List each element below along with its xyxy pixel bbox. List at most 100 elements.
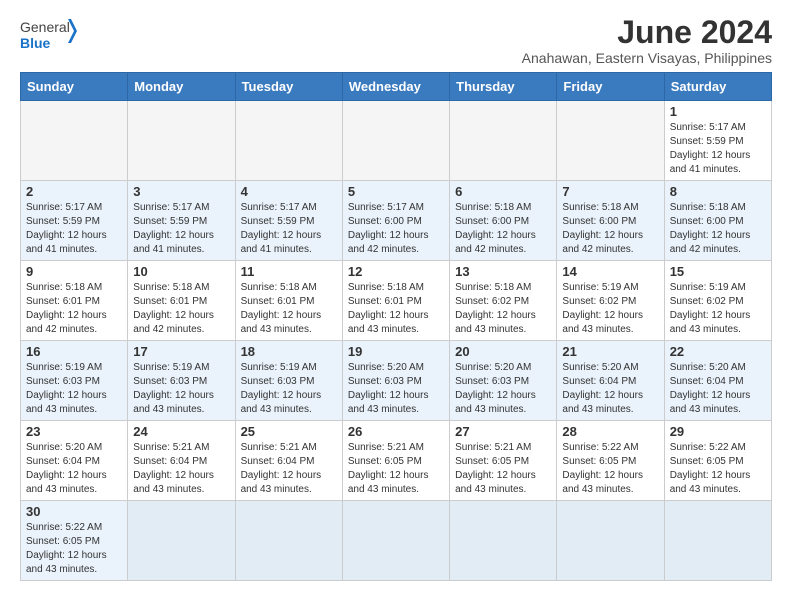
day-number: 22 xyxy=(670,344,766,359)
day-number: 12 xyxy=(348,264,444,279)
calendar-cell: 29Sunrise: 5:22 AMSunset: 6:05 PMDayligh… xyxy=(664,421,771,501)
calendar-cell xyxy=(128,101,235,181)
calendar-cell xyxy=(557,501,664,581)
calendar-cell: 3 Sunrise: 5:17 AMSunset: 5:59 PMDaylight… xyxy=(128,181,235,261)
day-number: 18 xyxy=(241,344,337,359)
calendar-cell: 12 Sunrise: 5:18 AMSunset: 6:01 PMDayligh… xyxy=(342,261,449,341)
day-info: Sunrise: 5:22 AMSunset: 6:05 PMDaylight:… xyxy=(26,521,122,577)
day-info: Sunrise: 5:18 AMSunset: 6:01 PMDaylight:… xyxy=(133,281,229,337)
day-number: 20 xyxy=(455,344,551,359)
calendar-cell xyxy=(557,101,664,181)
day-number: 14 xyxy=(562,264,658,279)
day-number: 15 xyxy=(670,264,766,279)
day-info: Sunrise: 5:17 AMSunset: 5:59 PMDaylight:… xyxy=(670,121,766,177)
calendar-cell xyxy=(21,101,128,181)
day-number: 9 xyxy=(26,264,122,279)
day-info: Sunrise: 5:19 AMSunset: 6:03 PMDaylight:… xyxy=(133,361,229,417)
calendar-cell: 6 Sunrise: 5:18 AMSunset: 6:00 PMDaylight… xyxy=(450,181,557,261)
calendar-cell: 23 Sunrise: 5:20 AMSunset: 6:04 PMDayligh… xyxy=(21,421,128,501)
day-info: Sunrise: 5:22 AMSunset: 6:05 PMDaylight:… xyxy=(670,441,766,497)
day-number: 3 xyxy=(133,184,229,199)
calendar-cell: 20 Sunrise: 5:20 AMSunset: 6:03 PMDayligh… xyxy=(450,341,557,421)
day-number: 1 xyxy=(670,104,766,119)
day-info: Sunrise: 5:17 AMSunset: 5:59 PMDaylight:… xyxy=(133,201,229,257)
weekday-header-saturday: Saturday xyxy=(664,73,771,101)
generalblue-logo-icon: General Blue xyxy=(20,16,80,56)
day-info: Sunrise: 5:18 AMSunset: 6:01 PMDaylight:… xyxy=(348,281,444,337)
calendar-cell xyxy=(235,501,342,581)
day-info: Sunrise: 5:18 AMSunset: 6:00 PMDaylight:… xyxy=(670,201,766,257)
calendar-cell: 5Sunrise: 5:17 AMSunset: 6:00 PMDaylight… xyxy=(342,181,449,261)
day-info: Sunrise: 5:21 AMSunset: 6:05 PMDaylight:… xyxy=(348,441,444,497)
day-number: 13 xyxy=(455,264,551,279)
day-info: Sunrise: 5:17 AMSunset: 5:59 PMDaylight:… xyxy=(241,201,337,257)
calendar-week-row: 9 Sunrise: 5:18 AMSunset: 6:01 PMDaylight… xyxy=(21,261,772,341)
calendar-cell: 14 Sunrise: 5:19 AMSunset: 6:02 PMDayligh… xyxy=(557,261,664,341)
day-number: 24 xyxy=(133,424,229,439)
day-info: Sunrise: 5:20 AMSunset: 6:04 PMDaylight:… xyxy=(670,361,766,417)
weekday-header-friday: Friday xyxy=(557,73,664,101)
day-number: 17 xyxy=(133,344,229,359)
page-header: General Blue June 2024 Anahawan, Eastern… xyxy=(20,16,772,66)
calendar-week-row: 1 Sunrise: 5:17 AMSunset: 5:59 PMDaylight… xyxy=(21,101,772,181)
day-number: 7 xyxy=(562,184,658,199)
calendar-cell xyxy=(450,101,557,181)
day-number: 26 xyxy=(348,424,444,439)
calendar-cell: 28Sunrise: 5:22 AMSunset: 6:05 PMDayligh… xyxy=(557,421,664,501)
day-number: 21 xyxy=(562,344,658,359)
calendar-cell xyxy=(342,501,449,581)
day-info: Sunrise: 5:17 AMSunset: 5:59 PMDaylight:… xyxy=(26,201,122,257)
calendar-cell: 15Sunrise: 5:19 AMSunset: 6:02 PMDayligh… xyxy=(664,261,771,341)
day-info: Sunrise: 5:18 AMSunset: 6:00 PMDaylight:… xyxy=(455,201,551,257)
calendar-week-row: 23 Sunrise: 5:20 AMSunset: 6:04 PMDayligh… xyxy=(21,421,772,501)
calendar-cell: 11Sunrise: 5:18 AMSunset: 6:01 PMDayligh… xyxy=(235,261,342,341)
calendar-cell xyxy=(664,501,771,581)
day-number: 23 xyxy=(26,424,122,439)
weekday-header-wednesday: Wednesday xyxy=(342,73,449,101)
calendar-cell: 22 Sunrise: 5:20 AMSunset: 6:04 PMDayligh… xyxy=(664,341,771,421)
day-info: Sunrise: 5:21 AMSunset: 6:04 PMDaylight:… xyxy=(133,441,229,497)
day-info: Sunrise: 5:20 AMSunset: 6:04 PMDaylight:… xyxy=(562,361,658,417)
weekday-header-tuesday: Tuesday xyxy=(235,73,342,101)
calendar-cell: 21 Sunrise: 5:20 AMSunset: 6:04 PMDayligh… xyxy=(557,341,664,421)
day-number: 25 xyxy=(241,424,337,439)
day-info: Sunrise: 5:22 AMSunset: 6:05 PMDaylight:… xyxy=(562,441,658,497)
calendar-week-row: 2 Sunrise: 5:17 AMSunset: 5:59 PMDaylight… xyxy=(21,181,772,261)
day-info: Sunrise: 5:20 AMSunset: 6:03 PMDaylight:… xyxy=(348,361,444,417)
day-info: Sunrise: 5:17 AMSunset: 6:00 PMDaylight:… xyxy=(348,201,444,257)
day-info: Sunrise: 5:18 AMSunset: 6:02 PMDaylight:… xyxy=(455,281,551,337)
calendar-cell: 24 Sunrise: 5:21 AMSunset: 6:04 PMDayligh… xyxy=(128,421,235,501)
day-number: 10 xyxy=(133,264,229,279)
calendar-cell: 9 Sunrise: 5:18 AMSunset: 6:01 PMDaylight… xyxy=(21,261,128,341)
calendar-cell xyxy=(450,501,557,581)
day-number: 30 xyxy=(26,504,122,519)
day-number: 27 xyxy=(455,424,551,439)
calendar-cell: 26 Sunrise: 5:21 AMSunset: 6:05 PMDayligh… xyxy=(342,421,449,501)
day-number: 8 xyxy=(670,184,766,199)
day-info: Sunrise: 5:18 AMSunset: 6:01 PMDaylight:… xyxy=(26,281,122,337)
weekday-header-row: SundayMondayTuesdayWednesdayThursdayFrid… xyxy=(21,73,772,101)
svg-text:General: General xyxy=(20,19,70,35)
title-area: June 2024 Anahawan, Eastern Visayas, Phi… xyxy=(522,16,772,66)
day-info: Sunrise: 5:20 AMSunset: 6:03 PMDaylight:… xyxy=(455,361,551,417)
day-number: 11 xyxy=(241,264,337,279)
day-number: 6 xyxy=(455,184,551,199)
day-number: 16 xyxy=(26,344,122,359)
location-subtitle: Anahawan, Eastern Visayas, Philippines xyxy=(522,50,772,66)
day-info: Sunrise: 5:20 AMSunset: 6:04 PMDaylight:… xyxy=(26,441,122,497)
day-info: Sunrise: 5:18 AMSunset: 6:00 PMDaylight:… xyxy=(562,201,658,257)
logo: General Blue xyxy=(20,16,80,56)
svg-text:Blue: Blue xyxy=(20,35,51,51)
weekday-header-thursday: Thursday xyxy=(450,73,557,101)
month-title: June 2024 xyxy=(522,16,772,48)
day-info: Sunrise: 5:21 AMSunset: 6:05 PMDaylight:… xyxy=(455,441,551,497)
calendar-cell xyxy=(342,101,449,181)
calendar-cell: 18Sunrise: 5:19 AMSunset: 6:03 PMDayligh… xyxy=(235,341,342,421)
calendar-table: SundayMondayTuesdayWednesdayThursdayFrid… xyxy=(20,72,772,581)
day-number: 4 xyxy=(241,184,337,199)
day-number: 2 xyxy=(26,184,122,199)
day-info: Sunrise: 5:19 AMSunset: 6:02 PMDaylight:… xyxy=(562,281,658,337)
calendar-cell: 17 Sunrise: 5:19 AMSunset: 6:03 PMDayligh… xyxy=(128,341,235,421)
day-number: 19 xyxy=(348,344,444,359)
calendar-cell: 1 Sunrise: 5:17 AMSunset: 5:59 PMDaylight… xyxy=(664,101,771,181)
